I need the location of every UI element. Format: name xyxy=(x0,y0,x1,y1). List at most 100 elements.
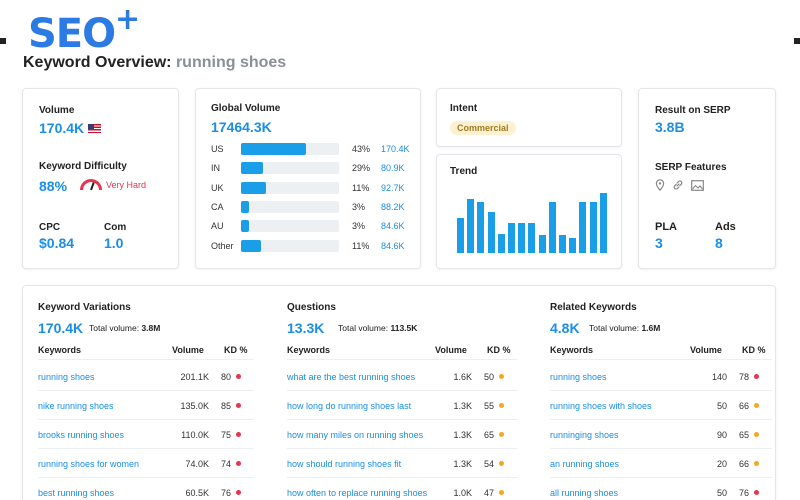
country-volume-link[interactable]: 80.9K xyxy=(381,163,405,173)
trend-bar xyxy=(579,202,587,253)
country-share-bar xyxy=(241,239,339,252)
trend-bar xyxy=(508,223,515,253)
country-percent: 11% xyxy=(352,182,370,193)
column-header-kd: KD % xyxy=(487,345,511,355)
keyword-variations-title: Keyword Variations xyxy=(38,302,131,313)
country-share-bar xyxy=(241,220,339,233)
country-code: US xyxy=(211,144,224,154)
column-header-kd: KD % xyxy=(224,345,248,355)
keyword-volume: 50 xyxy=(716,401,727,411)
keyword-link[interactable]: an running shoes xyxy=(550,459,619,469)
keyword-volume: 135.0K xyxy=(180,401,209,411)
keyword-link[interactable]: running shoes for women xyxy=(38,459,139,469)
keyword-link[interactable]: best running shoes xyxy=(38,488,114,498)
kd-status-dot xyxy=(754,403,760,408)
questions-count: 13.3K xyxy=(287,320,325,336)
cpc-value: $0.84 xyxy=(39,235,75,251)
global-volume-value: 17464.3K xyxy=(211,119,272,135)
trend-bar xyxy=(569,238,577,253)
keyword-link[interactable]: running shoes xyxy=(550,372,607,382)
serp-result-value: 3.8B xyxy=(655,119,685,135)
kd-status-dot xyxy=(754,461,760,466)
keyword-link[interactable]: nike running shoes xyxy=(38,401,114,411)
global-volume-row: Other 11% 84.6K xyxy=(211,239,411,252)
country-code: Other xyxy=(211,240,234,251)
kd-status-dot xyxy=(236,432,242,437)
country-share-fill xyxy=(241,143,306,155)
link-icon xyxy=(673,180,683,190)
keyword-volume: 1.3K xyxy=(453,401,472,411)
trend-bar xyxy=(487,212,495,253)
country-volume-link[interactable]: 84.6K xyxy=(381,221,405,231)
keyword-kd: 78 xyxy=(739,372,760,382)
keyword-variations-count: 170.4K xyxy=(38,320,84,336)
header-divider xyxy=(38,359,254,360)
country-volume-link[interactable]: 170.4K xyxy=(381,144,410,154)
keyword-link[interactable]: how should running shoes fit xyxy=(287,459,401,469)
total-volume-value: 113.5K xyxy=(390,323,418,333)
keyword-link[interactable]: runninging shoes xyxy=(550,430,619,440)
page-title-prefix: Keyword Overview: xyxy=(23,54,172,71)
kd-value: 85 xyxy=(221,401,232,411)
keyword-link[interactable]: running shoes xyxy=(38,372,95,382)
country-share-bar xyxy=(241,143,339,155)
keyword-link[interactable]: all running shoes xyxy=(550,488,618,498)
serp-features-icons xyxy=(655,179,705,194)
related-keywords-title: Related Keywords xyxy=(550,302,637,313)
country-volume-link[interactable]: 88.2K xyxy=(381,202,405,212)
global-volume-row: CA 3% 88.2K xyxy=(211,200,411,213)
country-percent: 29% xyxy=(352,163,371,174)
column-header-volume: Volume xyxy=(690,345,722,355)
keyword-kd: 55 xyxy=(484,401,505,411)
country-percent: 3% xyxy=(352,221,366,232)
questions-title: Questions xyxy=(287,302,336,313)
country-code: UK xyxy=(211,182,224,193)
country-volume-link[interactable]: 84.6K xyxy=(381,241,405,251)
kd-value: 66 xyxy=(739,459,750,469)
country-share-bar xyxy=(241,162,339,175)
kd-status-dot xyxy=(499,432,505,437)
keyword-volume: 20 xyxy=(716,459,727,469)
ads-value: 8 xyxy=(715,235,723,251)
kd-value: 65 xyxy=(739,430,750,440)
keyword-link[interactable]: what are the best running shoes xyxy=(287,372,415,382)
kd-status-dot xyxy=(236,403,242,408)
global-volume-row: UK 11% 92.7K xyxy=(211,181,411,194)
trend-bar xyxy=(477,202,485,253)
kd-status-dot xyxy=(754,374,760,379)
keyword-volume: 140 xyxy=(711,372,727,382)
row-divider xyxy=(287,477,517,478)
corner-mark-right xyxy=(794,38,800,44)
com-label: Com xyxy=(104,222,127,233)
keyword-kd: 65 xyxy=(484,430,505,440)
keyword-volume: 74.0K xyxy=(185,459,209,469)
global-volume-card: Global Volume 17464.3K US 43% 170.4K IN 29% 8… xyxy=(195,88,421,269)
trend-bar xyxy=(599,193,607,253)
keyword-link[interactable]: how long do running shoes last xyxy=(287,401,411,411)
country-share-fill xyxy=(241,220,249,233)
related-keywords-total-volume: Total volume: 1.6M xyxy=(589,323,660,333)
keyword-link[interactable]: brooks running shoes xyxy=(38,430,124,440)
serp-features-label: SERP Features xyxy=(655,162,727,173)
country-percent: 3% xyxy=(352,201,366,212)
kd-gauge-icon xyxy=(80,179,102,191)
kd-value: 88% xyxy=(39,178,68,194)
kd-status-dot xyxy=(499,374,505,379)
keyword-link[interactable]: running shoes with shoes xyxy=(550,401,652,411)
row-divider xyxy=(287,448,517,449)
kd-status-dot xyxy=(236,374,242,379)
country-percent: 11% xyxy=(352,240,370,251)
keyword-kd: 50 xyxy=(484,372,505,382)
keyword-link[interactable]: how many miles on running shoes xyxy=(287,430,423,440)
row-divider xyxy=(287,419,517,420)
row-divider xyxy=(38,419,254,420)
row-divider xyxy=(38,390,254,391)
keyword-volume: 1.0K xyxy=(453,488,472,498)
country-volume-link[interactable]: 92.7K xyxy=(381,183,405,193)
keyword-kd: 47 xyxy=(484,488,505,498)
country-share-bar xyxy=(241,181,339,194)
country-share-fill xyxy=(241,162,263,175)
country-code: IN xyxy=(211,163,220,174)
kd-value: 78 xyxy=(739,372,750,382)
keyword-link[interactable]: how often to replace running shoes xyxy=(287,488,427,498)
